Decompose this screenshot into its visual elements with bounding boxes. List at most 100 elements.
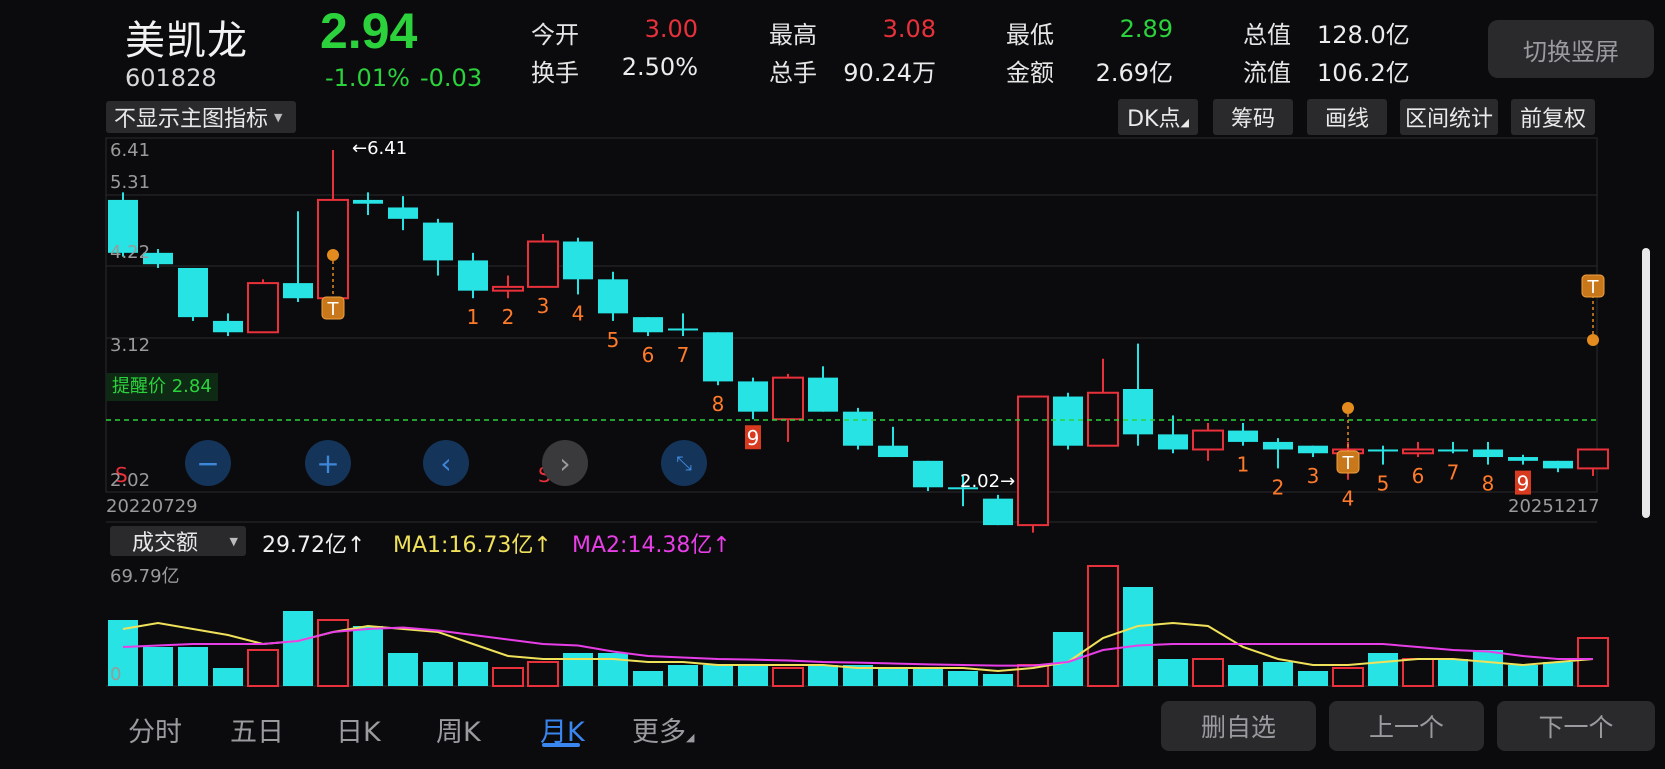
candle-body xyxy=(423,222,453,261)
tab-more[interactable]: 更多◢ xyxy=(632,710,694,749)
volume-bar xyxy=(598,653,628,686)
volume-bar xyxy=(563,653,593,686)
candle-body xyxy=(843,411,873,446)
candle-body xyxy=(1402,448,1434,455)
volume-bar xyxy=(492,667,524,687)
sequence-count-label: 1 xyxy=(467,305,480,329)
vertical-scrollbar[interactable] xyxy=(1642,248,1650,518)
volume-bar xyxy=(143,647,173,686)
volume-bar xyxy=(178,647,208,686)
sequence-count-label: 3 xyxy=(537,294,550,318)
candle-body xyxy=(1228,430,1258,442)
dropdown-arrow-icon: ▼ xyxy=(229,534,238,548)
zoom-out-icon[interactable]: − xyxy=(185,440,231,486)
candle-body xyxy=(1263,441,1293,450)
previous-stock-button[interactable]: 上一个 xyxy=(1329,701,1484,751)
volume-bar xyxy=(1402,658,1434,687)
volume-indicator-label: 成交额 xyxy=(132,531,199,556)
volume-bar xyxy=(878,668,908,686)
price-tick-4: 3.12 xyxy=(110,335,151,356)
volume-bar xyxy=(668,665,698,686)
volume-bar xyxy=(772,667,804,687)
candle-body xyxy=(1543,460,1573,469)
volume-bar xyxy=(1438,659,1468,686)
next-stock-button[interactable]: 下一个 xyxy=(1497,701,1655,751)
candle-body xyxy=(1577,448,1609,470)
candle-body xyxy=(1087,391,1119,447)
candle-body xyxy=(703,332,733,382)
volume-bar xyxy=(283,611,313,686)
t-marker-label: T xyxy=(327,299,340,320)
tab-five-day[interactable]: 五日 xyxy=(230,710,284,749)
collapse-icon[interactable]: ⤡ xyxy=(661,440,707,486)
sequence-count-label: 1 xyxy=(1237,453,1250,477)
kline-chart[interactable]: ←6.412.02→1 2 3 456 78912 345 6 7 8 9TTTS S xyxy=(0,0,1665,769)
price-tick-3: 4.22 xyxy=(110,242,151,263)
candle-body xyxy=(563,241,593,280)
min-price-marker: 2.02→ xyxy=(960,471,1015,492)
volume-bar xyxy=(527,661,559,687)
scroll-right-icon[interactable]: › xyxy=(542,440,588,486)
t-marker-dot xyxy=(1587,334,1599,346)
active-tab-indicator xyxy=(542,743,580,747)
start-date: 20220729 xyxy=(106,496,198,517)
volume-axis-bottom: 0 xyxy=(110,664,122,685)
end-date: 20251217 xyxy=(1508,496,1600,517)
volume-bar xyxy=(703,665,733,686)
volume-bar xyxy=(247,649,279,687)
price-tick-2: 5.31 xyxy=(110,172,151,193)
tab-weekly-k[interactable]: 周K xyxy=(436,710,481,749)
candle-body xyxy=(878,445,908,458)
sequence-count-label: 7 xyxy=(677,343,690,367)
candle-body xyxy=(913,460,943,488)
candle-body xyxy=(353,199,383,204)
sequence-count-label: 8 xyxy=(1482,472,1495,496)
volume-bar xyxy=(388,653,418,686)
candle-body xyxy=(983,498,1013,526)
t-marker-dot xyxy=(327,249,339,261)
candle-body xyxy=(247,282,279,334)
candle-body xyxy=(283,283,313,299)
candle-body xyxy=(458,260,488,291)
volume-bar xyxy=(1298,671,1328,686)
tab-intraday[interactable]: 分时 xyxy=(128,710,182,749)
scroll-left-icon[interactable]: ‹ xyxy=(423,440,469,486)
candle-body xyxy=(1438,449,1468,452)
candle-body xyxy=(1053,396,1083,446)
volume-bar xyxy=(913,668,943,686)
candle-body xyxy=(178,267,208,318)
candle-body xyxy=(492,285,524,292)
candle-body xyxy=(772,376,804,421)
candle-body xyxy=(1368,449,1398,452)
volume-bar xyxy=(808,665,838,686)
sequence-count-label: 3 xyxy=(1307,464,1320,488)
volume-indicator-select[interactable]: 成交额 ▼ xyxy=(110,526,246,556)
price-tick-5: 2.02 xyxy=(110,470,151,491)
sequence-count-label: 5 xyxy=(607,328,620,352)
sequence-count-label: 8 xyxy=(712,392,725,416)
candle-body xyxy=(633,317,663,333)
tab-more-label: 更多 xyxy=(632,717,686,748)
volume-bar xyxy=(458,662,488,686)
volume-bar xyxy=(213,668,243,686)
candle-body xyxy=(1158,434,1188,450)
sequence-count-label: 5 xyxy=(1377,472,1390,496)
volume-bars xyxy=(108,565,1609,687)
volume-bar xyxy=(1123,587,1153,686)
volume-bar xyxy=(1228,665,1258,686)
candle-body xyxy=(808,377,838,412)
t-marker-label: T xyxy=(1342,453,1355,474)
tab-daily-k[interactable]: 日K xyxy=(336,710,381,749)
volume-bar xyxy=(353,626,383,686)
ma2-readout: MA2:14.38亿↑ xyxy=(572,533,731,558)
zoom-in-icon[interactable]: + xyxy=(305,440,351,486)
volume-bar xyxy=(1158,659,1188,686)
sequence-count-label: 2 xyxy=(502,305,515,329)
amount-value-readout: 29.72亿↑ xyxy=(262,533,366,558)
volume-bar xyxy=(1543,662,1573,686)
candle-body xyxy=(213,320,243,333)
alert-price-label[interactable]: 提醒价 2.84 xyxy=(106,373,218,401)
remove-watchlist-button[interactable]: 删自选 xyxy=(1161,701,1316,751)
volume-bar xyxy=(1263,662,1293,686)
volume-bar xyxy=(738,665,768,686)
